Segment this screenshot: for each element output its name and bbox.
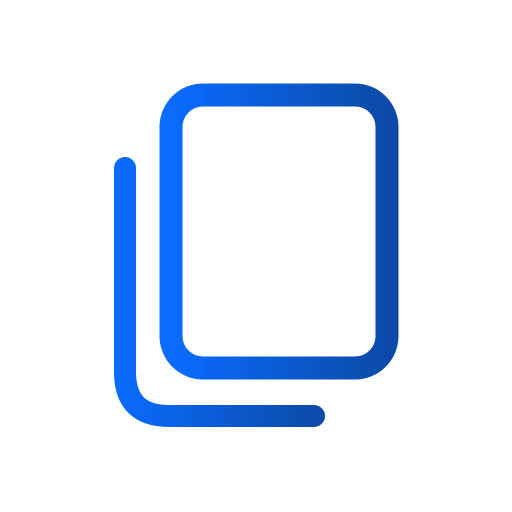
icon-canvas — [0, 0, 512, 512]
copy-icon — [114, 83, 399, 427]
copy-front-sheet-outline — [159, 83, 399, 380]
